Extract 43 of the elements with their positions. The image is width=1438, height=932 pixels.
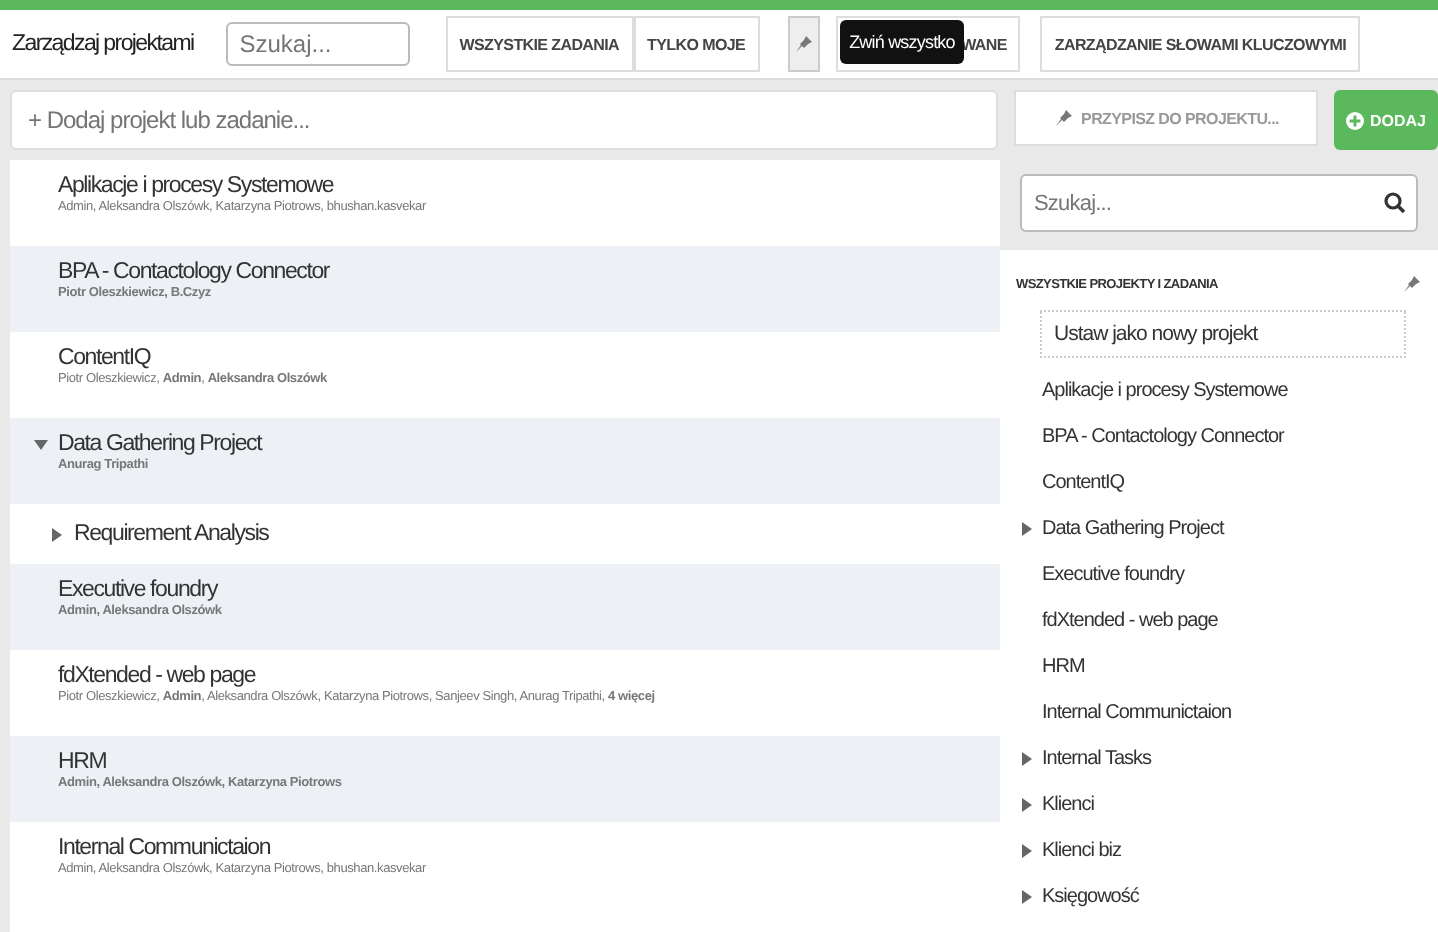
tree-item[interactable]: Klienci biz <box>1042 840 1122 862</box>
search-field[interactable]: Szukaj... <box>225 22 410 66</box>
filter-tab[interactable]: WSZYSTKIE ZADANIA <box>445 16 634 72</box>
tree-item[interactable]: fdXtended - web page <box>1042 610 1218 632</box>
tree-item[interactable]: Executive foundry <box>1042 564 1184 586</box>
caret-icon[interactable] <box>1022 798 1032 812</box>
pin-icon <box>1402 274 1422 294</box>
tree-item[interactable]: Data Gathering Project <box>1042 518 1224 540</box>
project-name: Data Gathering Project <box>58 430 262 458</box>
project-name: Internal Communictaion <box>58 834 273 862</box>
search-field[interactable]: Szukaj... <box>1020 174 1418 232</box>
plus-icon <box>1346 111 1364 129</box>
tree-item[interactable]: HRM <box>1042 656 1085 678</box>
project-name: ContentIQ <box>58 344 153 372</box>
caret-icon[interactable] <box>1022 844 1032 858</box>
tree-item[interactable]: Internal Communictaion <box>1042 702 1232 724</box>
tree-item[interactable]: Aplikacje i procesy Systemowe <box>1042 380 1288 402</box>
tree-item[interactable]: ContentIQ <box>1042 472 1125 494</box>
caret-icon[interactable] <box>1022 752 1032 766</box>
project-name: Executive foundry <box>58 576 220 604</box>
add-project-field[interactable]: + Dodaj projekt lub zadanie... <box>10 90 998 150</box>
collapse-button[interactable] <box>787 16 820 72</box>
keywords-button[interactable]: ZARZĄDZANIE SŁOWAMI KLUCZOWYMI <box>1040 16 1361 72</box>
task-name[interactable]: Requirement Analysis <box>74 520 269 548</box>
caret-icon[interactable] <box>50 528 64 542</box>
caret-icon[interactable] <box>34 438 48 452</box>
tree-item[interactable]: Internal Tasks <box>1042 748 1152 770</box>
tooltip: Zwiń wszystko <box>839 20 965 64</box>
caret-icon[interactable] <box>1022 522 1032 536</box>
page-title: Zarządzaj projektami <box>12 32 194 56</box>
search-icon <box>1384 192 1406 214</box>
tree-item[interactable]: Księgowość <box>1042 886 1139 908</box>
pin-icon <box>793 34 814 54</box>
new-project-item[interactable]: Ustaw jako nowy projekt <box>1040 310 1406 358</box>
pin-icon <box>1053 108 1074 128</box>
filter-tab[interactable]: TYLKO MOJE <box>633 16 760 72</box>
caret-icon[interactable] <box>1022 890 1032 904</box>
project-name: fdXtended - web page <box>58 662 258 690</box>
project-name: HRM <box>58 748 109 776</box>
project-name: BPA - Contactology Connector <box>58 258 330 286</box>
tree-item[interactable]: BPA - Contactology Connector <box>1042 426 1284 448</box>
tree-item[interactable]: Klienci <box>1042 794 1094 816</box>
project-name: Aplikacje i procesy Systemowe <box>58 172 336 200</box>
